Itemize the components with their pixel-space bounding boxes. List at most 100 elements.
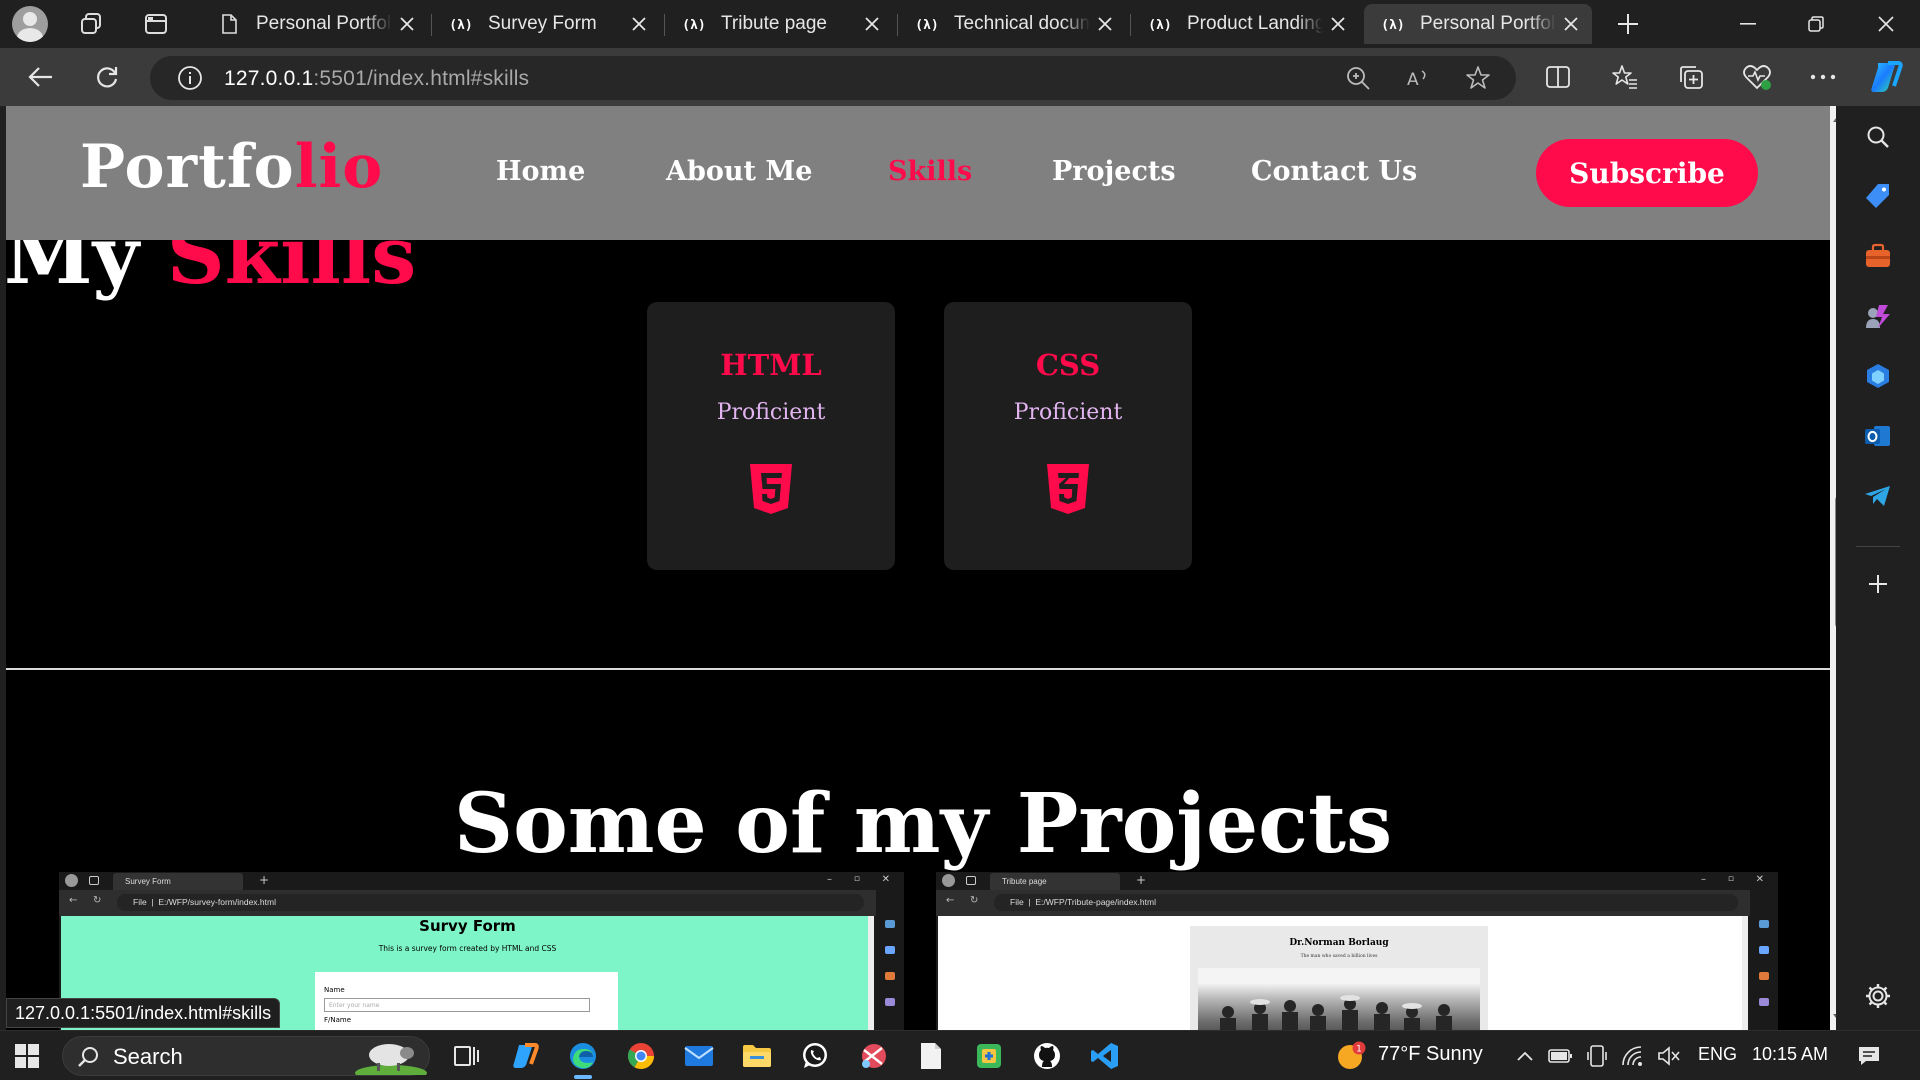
volume-muted-icon[interactable] [1652, 1039, 1686, 1073]
outlook-icon[interactable] [1862, 420, 1894, 452]
profile-avatar-icon[interactable] [12, 6, 48, 42]
vscode-icon[interactable] [1088, 1039, 1122, 1073]
search-icon[interactable] [1862, 121, 1894, 153]
browser-essentials-icon[interactable] [1742, 62, 1772, 92]
back-icon[interactable] [26, 62, 56, 92]
chrome-icon[interactable] [624, 1039, 658, 1073]
nav-link-skills[interactable]: Skills [888, 156, 972, 187]
system-clock[interactable]: 10:15 AM [1752, 1044, 1828, 1065]
weather-sun-icon[interactable]: 1 [1334, 1039, 1368, 1073]
favorites-icon[interactable] [1610, 62, 1640, 92]
nav-link-contact-us[interactable]: Contact Us [1251, 156, 1417, 187]
copilot-taskbar-icon[interactable] [508, 1039, 542, 1073]
add-sidebar-app-icon[interactable] [1862, 568, 1894, 600]
nav-link-home[interactable]: Home [496, 156, 585, 187]
wifi-icon[interactable] [1616, 1039, 1650, 1073]
windows-start-icon[interactable] [10, 1039, 44, 1073]
games-icon[interactable] [1862, 300, 1894, 332]
close-tab-icon[interactable] [1323, 9, 1353, 39]
nav-link-projects[interactable]: Projects [1052, 156, 1176, 187]
android-studio-icon[interactable] [972, 1039, 1006, 1073]
refresh-icon: ↻ [970, 895, 979, 906]
tab-technical-document[interactable]: (λ) Technical document [898, 4, 1126, 44]
close-tab-icon[interactable] [624, 9, 654, 39]
back-icon: ← [69, 895, 78, 906]
restore-icon[interactable] [1782, 0, 1850, 48]
sidebar-icon [885, 946, 895, 954]
tab-personal-portfolio-active[interactable]: (λ) Personal Portfolio [1364, 4, 1592, 44]
input-language[interactable]: ENG [1698, 1044, 1737, 1065]
url-path: E:/WFP/Tribute-page/index.html [1035, 897, 1156, 907]
copilot-sidebar-icon[interactable] [1862, 360, 1894, 392]
tab-survey-form[interactable]: (λ) Survey Form [432, 4, 660, 44]
task-view-icon[interactable] [450, 1039, 484, 1073]
profile-avatar-icon [65, 874, 78, 887]
sidebar-icon [1759, 946, 1769, 954]
url-prefix: File [1010, 897, 1024, 907]
refresh-icon[interactable] [92, 62, 122, 92]
tab-title: Tribute page [721, 13, 827, 34]
sidebar-icon [885, 972, 895, 980]
new-tab-icon: + [1136, 873, 1147, 887]
site-logo[interactable]: Portfolio [80, 132, 383, 202]
whatsapp-icon[interactable] [798, 1039, 832, 1073]
skill-card-css: CSS Proficient [944, 302, 1192, 570]
tab-tribute-page[interactable]: (λ) Tribute page [665, 4, 893, 44]
url-text[interactable]: 127.0.0.1:5501/index.html#skills [224, 67, 529, 91]
settings-gear-icon[interactable] [1862, 980, 1894, 1012]
tab-product-landing[interactable]: (λ) Product Landing [1131, 4, 1359, 44]
new-tab-icon[interactable] [1614, 10, 1642, 38]
zoom-icon[interactable] [1344, 64, 1372, 92]
taskbar-search-box[interactable]: Search [62, 1036, 430, 1076]
github-icon[interactable] [1030, 1039, 1064, 1073]
close-tab-icon[interactable] [857, 9, 887, 39]
weather-text[interactable]: 77°F Sunny [1378, 1043, 1483, 1066]
phone-link-icon[interactable] [1580, 1039, 1614, 1073]
split-screen-icon[interactable] [1543, 62, 1573, 92]
subscribe-button[interactable]: Subscribe [1536, 139, 1758, 207]
css3-icon [1044, 462, 1092, 516]
sidebar-icon [1759, 920, 1769, 928]
close-window-icon: ✕ [1755, 874, 1764, 885]
tab-personal-portfolio-1[interactable]: Personal Portfolio [200, 4, 428, 44]
workspaces-icon[interactable] [78, 10, 106, 38]
svg-text:(λ): (λ) [449, 18, 472, 33]
sidebar-icon [885, 998, 895, 1006]
tab-title: Technical document [954, 13, 1090, 34]
read-aloud-icon[interactable]: A [1404, 64, 1432, 92]
tab-actions-icon[interactable] [142, 10, 170, 38]
address-bar[interactable]: 127.0.0.1:5501/index.html#skills A [150, 56, 1516, 100]
telegram-icon[interactable] [1862, 480, 1894, 512]
mail-icon[interactable] [682, 1039, 716, 1073]
web-page-viewport: Portfolio Home About Me Skills Projects … [6, 106, 1830, 1030]
nav-link-about-me[interactable]: About Me [666, 156, 812, 187]
show-hidden-icons-chevron-icon[interactable] [1508, 1039, 1542, 1073]
more-options-icon[interactable] [1808, 62, 1838, 92]
notepad-icon[interactable] [914, 1039, 948, 1073]
favorite-star-icon[interactable] [1464, 64, 1492, 92]
sidebar-icon [885, 920, 895, 928]
file-explorer-icon[interactable] [740, 1039, 774, 1073]
edge-browser-icon[interactable] [566, 1039, 600, 1073]
close-tab-icon[interactable] [1556, 9, 1586, 39]
site-info-icon[interactable] [176, 64, 204, 92]
tools-icon[interactable] [1862, 240, 1894, 272]
copilot-icon[interactable] [1868, 59, 1904, 95]
shopping-tag-icon[interactable] [1862, 180, 1894, 212]
notifications-icon[interactable] [1852, 1039, 1886, 1073]
minimize-icon[interactable] [1714, 0, 1782, 48]
browser-tab-bar: Personal Portfolio (λ) Survey Form (λ) T… [0, 0, 1920, 48]
battery-icon[interactable] [1544, 1039, 1578, 1073]
close-tab-icon[interactable] [392, 9, 422, 39]
project-url: File | E:/WFP/survey-form/index.html [117, 894, 864, 911]
close-window-icon[interactable] [1852, 0, 1920, 48]
collections-icon[interactable] [1676, 62, 1706, 92]
url-path: :5501/index.html#skills [313, 67, 530, 90]
project-tab-title: Tribute page [990, 873, 1120, 890]
snipping-tool-icon[interactable] [856, 1039, 890, 1073]
restore-icon: ▫ [1727, 874, 1734, 884]
close-window-icon: ✕ [881, 874, 890, 885]
project-card-tribute-page[interactable]: Tribute page + – ▫ ✕ ← ↻ File | E:/WFP/T… [936, 872, 1778, 1030]
close-tab-icon[interactable] [1090, 9, 1120, 39]
windows-taskbar: Search 1 77°F Sunny ENG 10:15 AM [0, 1030, 1920, 1080]
